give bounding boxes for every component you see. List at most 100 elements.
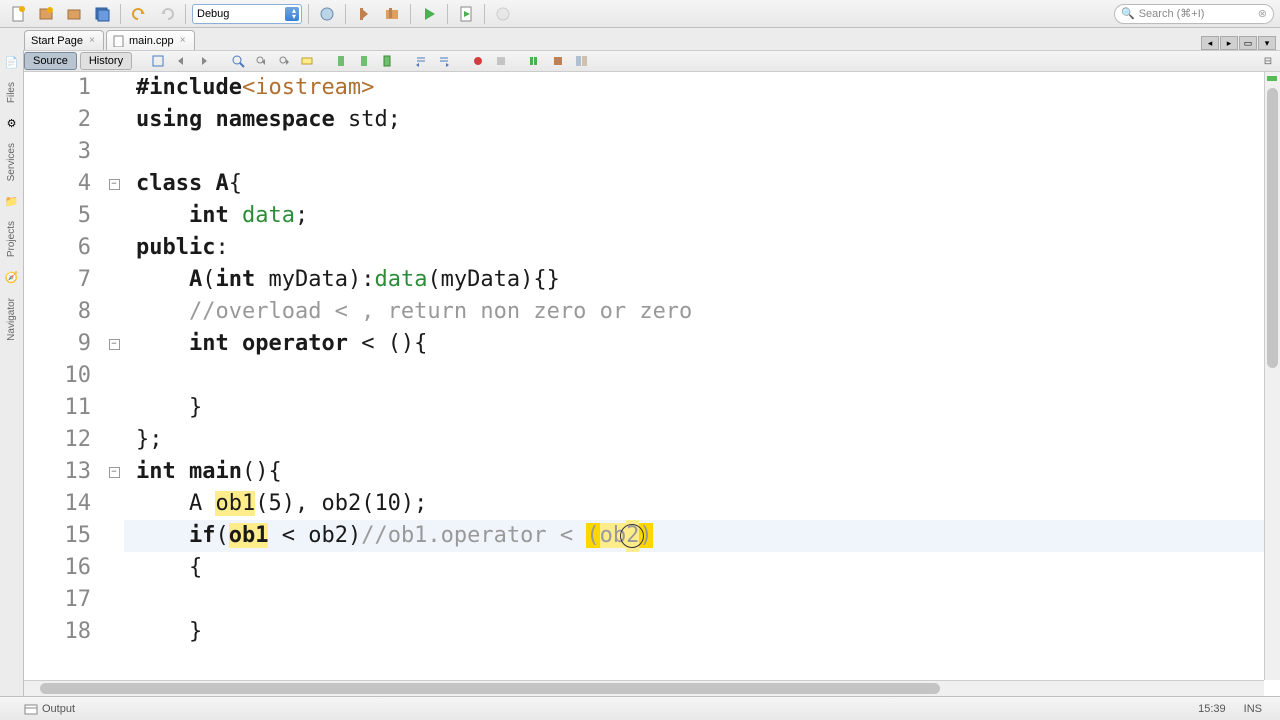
line-gutter: 123456789101112131415161718 <box>24 72 104 696</box>
line-number: 8 <box>24 296 103 328</box>
navigator-label[interactable]: Navigator <box>6 298 17 341</box>
editor-toolbar: Source History ⊟ <box>0 50 1280 72</box>
sidebar-left: 📄 Files ⚙ Services 📁 Projects 🧭 Navigato… <box>0 50 24 696</box>
shift-right-button[interactable] <box>434 52 454 70</box>
line-number: 15 <box>24 520 103 552</box>
code-line[interactable]: using namespace std; <box>124 104 1264 136</box>
maximize-button[interactable]: ▭ <box>1239 36 1257 50</box>
output-panel-toggle[interactable]: Output <box>0 702 75 716</box>
files-icon[interactable]: 📄 <box>4 54 20 70</box>
fold-gutter: − − − <box>104 72 124 696</box>
cursor-position: 15:39 <box>1198 703 1226 715</box>
scroll-right-button[interactable]: ▸ <box>1220 36 1238 50</box>
services-label[interactable]: Services <box>6 143 17 181</box>
find-prev-button[interactable] <box>251 52 271 70</box>
code-area[interactable]: #include<iostream>using namespace std; cl… <box>124 72 1264 680</box>
code-line[interactable]: int main(){ <box>124 456 1264 488</box>
goto-header-button[interactable] <box>571 52 591 70</box>
clear-icon[interactable]: ⊗ <box>1258 7 1267 20</box>
code-line[interactable]: if(ob1 < ob2)//ob1.operator < (ob2) <box>124 520 1264 552</box>
profile-button[interactable] <box>491 3 515 25</box>
scrollbar-thumb[interactable] <box>40 683 940 694</box>
find-selection-button[interactable] <box>228 52 248 70</box>
close-icon[interactable]: × <box>87 36 97 46</box>
toggle-highlight-button[interactable] <box>297 52 317 70</box>
tab-label: Start Page <box>31 35 83 47</box>
dropdown-button[interactable]: ▾ <box>1258 36 1276 50</box>
run-button[interactable] <box>417 3 441 25</box>
navigator-icon[interactable]: 🧭 <box>4 270 20 286</box>
line-number: 17 <box>24 584 103 616</box>
close-icon[interactable]: × <box>178 36 188 46</box>
code-line[interactable]: } <box>124 392 1264 424</box>
source-tab[interactable]: Source <box>24 52 77 70</box>
toggle-bookmark-button[interactable] <box>377 52 397 70</box>
search-input[interactable]: 🔍 Search (⌘+I) ⊗ <box>1114 4 1274 24</box>
code-line[interactable] <box>124 584 1264 616</box>
debug-button[interactable] <box>454 3 478 25</box>
uncomment-button[interactable] <box>548 52 568 70</box>
next-bookmark-button[interactable] <box>354 52 374 70</box>
new-project-button[interactable] <box>34 3 58 25</box>
projects-label[interactable]: Projects <box>6 221 17 257</box>
last-edit-button[interactable] <box>148 52 168 70</box>
stop-macro-button[interactable] <box>491 52 511 70</box>
files-label[interactable]: Files <box>6 82 17 103</box>
code-line[interactable]: int operator < (){ <box>124 328 1264 360</box>
services-icon[interactable]: ⚙ <box>4 115 20 131</box>
line-number: 2 <box>24 104 103 136</box>
line-number: 11 <box>24 392 103 424</box>
code-line[interactable]: #include<iostream> <box>124 72 1264 104</box>
build-button[interactable] <box>352 3 376 25</box>
scroll-left-button[interactable]: ◂ <box>1201 36 1219 50</box>
redo-button[interactable] <box>155 3 179 25</box>
projects-icon[interactable]: 📁 <box>4 193 20 209</box>
code-line[interactable] <box>124 360 1264 392</box>
line-number: 12 <box>24 424 103 456</box>
line-number: 9 <box>24 328 103 360</box>
prev-bookmark-button[interactable] <box>331 52 351 70</box>
comment-button[interactable] <box>525 52 545 70</box>
find-next-button[interactable] <box>274 52 294 70</box>
new-file-button[interactable] <box>6 3 30 25</box>
file-icon <box>113 35 125 47</box>
host-button[interactable] <box>315 3 339 25</box>
scrollbar-thumb[interactable] <box>1267 88 1278 368</box>
code-line[interactable]: A ob1(5), ob2(10); <box>124 488 1264 520</box>
line-number: 14 <box>24 488 103 520</box>
tab-main-cpp[interactable]: main.cpp × <box>106 30 195 50</box>
code-line[interactable]: class A{ <box>124 168 1264 200</box>
code-line[interactable]: int data; <box>124 200 1264 232</box>
code-line[interactable]: A(int myData):data(myData){} <box>124 264 1264 296</box>
fold-icon[interactable]: − <box>109 339 120 350</box>
code-line[interactable]: }; <box>124 424 1264 456</box>
code-line[interactable]: { <box>124 552 1264 584</box>
forward-button[interactable] <box>194 52 214 70</box>
horizontal-scrollbar[interactable] <box>24 680 1264 696</box>
shift-left-button[interactable] <box>411 52 431 70</box>
config-select[interactable]: Debug ▴▾ <box>192 4 302 24</box>
open-button[interactable] <box>62 3 86 25</box>
code-line[interactable]: //overload < , return non zero or zero <box>124 296 1264 328</box>
save-all-button[interactable] <box>90 3 114 25</box>
history-tab[interactable]: History <box>80 52 132 70</box>
code-line[interactable]: } <box>124 616 1264 648</box>
collapse-toolbar-button[interactable]: ⊟ <box>1260 53 1276 69</box>
output-icon <box>24 702 38 716</box>
record-macro-button[interactable] <box>468 52 488 70</box>
config-label: Debug <box>197 8 229 20</box>
clean-build-button[interactable] <box>380 3 404 25</box>
back-button[interactable] <box>171 52 191 70</box>
fold-icon[interactable]: − <box>109 179 120 190</box>
fold-icon[interactable]: − <box>109 467 120 478</box>
search-icon: 🔍 <box>1121 7 1135 20</box>
search-placeholder: Search (⌘+I) <box>1139 7 1205 20</box>
code-line[interactable] <box>124 136 1264 168</box>
line-number: 6 <box>24 232 103 264</box>
code-line[interactable]: public: <box>124 232 1264 264</box>
vertical-scrollbar[interactable] <box>1264 72 1280 680</box>
tab-bar: Start Page × main.cpp × ◂ ▸ ▭ ▾ <box>0 28 1280 50</box>
code-editor[interactable]: 123456789101112131415161718 −−− #include… <box>24 72 1280 696</box>
undo-button[interactable] <box>127 3 151 25</box>
tab-start-page[interactable]: Start Page × <box>24 30 104 50</box>
